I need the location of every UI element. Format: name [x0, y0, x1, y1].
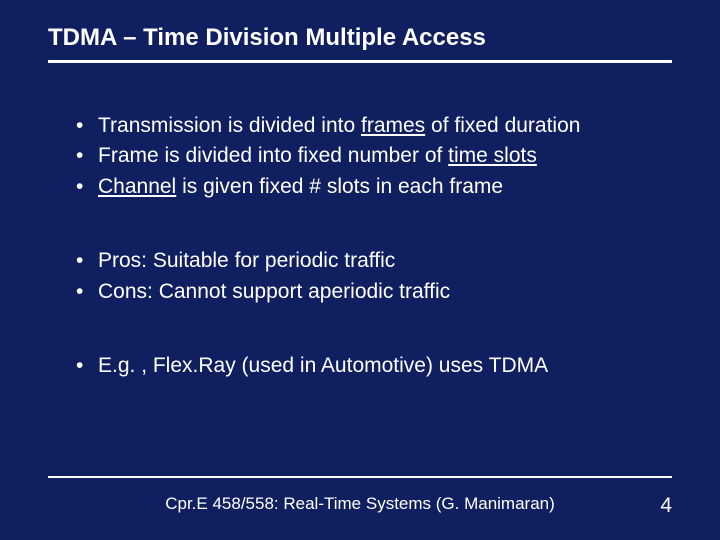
- bullet-group-3: E.g. , Flex.Ray (used in Automotive) use…: [76, 351, 672, 381]
- bullet-text: Transmission is divided into: [98, 114, 361, 137]
- footer-divider: [48, 476, 672, 478]
- bullet-item: E.g. , Flex.Ray (used in Automotive) use…: [76, 351, 672, 381]
- bullet-text: Pros: Suitable for periodic traffic: [98, 249, 395, 272]
- slide-title: TDMA – Time Division Multiple Access: [48, 24, 672, 52]
- bullet-text: Frame is divided into fixed number of: [98, 144, 448, 167]
- footer-text: Cpr.E 458/558: Real-Time Systems (G. Man…: [165, 494, 555, 514]
- bullet-item: Transmission is divided into frames of f…: [76, 111, 672, 141]
- bullet-item: Pros: Suitable for periodic traffic: [76, 246, 672, 276]
- underlined-term: time slots: [448, 144, 537, 167]
- title-divider: [48, 60, 672, 63]
- page-number: 4: [660, 494, 672, 518]
- bullet-text: of fixed duration: [425, 114, 580, 137]
- bullet-group-1: Transmission is divided into frames of f…: [76, 111, 672, 202]
- bullet-item: Cons: Cannot support aperiodic traffic: [76, 277, 672, 307]
- slide-footer: Cpr.E 458/558: Real-Time Systems (G. Man…: [48, 476, 672, 514]
- underlined-term: Channel: [98, 175, 176, 198]
- bullet-text: E.g. , Flex.Ray (used in Automotive) use…: [98, 354, 548, 377]
- bullet-text: Cons: Cannot support aperiodic traffic: [98, 280, 450, 303]
- slide: TDMA – Time Division Multiple Access Tra…: [0, 0, 720, 540]
- bullet-item: Frame is divided into fixed number of ti…: [76, 141, 672, 171]
- bullet-group-2: Pros: Suitable for periodic traffic Cons…: [76, 246, 672, 307]
- footer-row: Cpr.E 458/558: Real-Time Systems (G. Man…: [48, 494, 672, 514]
- underlined-term: frames: [361, 114, 425, 137]
- bullet-text: is given fixed # slots in each frame: [176, 175, 503, 198]
- bullet-item: Channel is given fixed # slots in each f…: [76, 172, 672, 202]
